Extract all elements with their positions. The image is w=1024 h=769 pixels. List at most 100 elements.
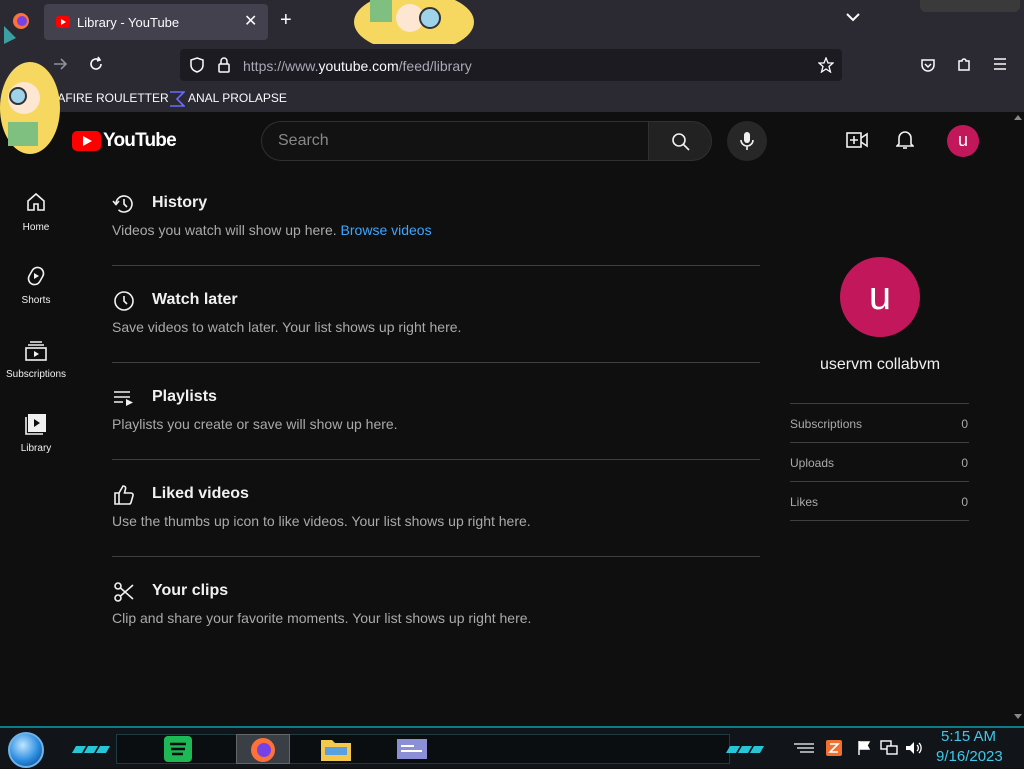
list-all-tabs-icon[interactable] [846, 12, 860, 22]
taskbar-spotify-button[interactable] [160, 734, 196, 764]
section-title[interactable]: Watch later [152, 291, 238, 309]
stat-row-uploads: Uploads 0 [790, 442, 969, 481]
action-center-flag-icon[interactable] [856, 740, 872, 756]
divider [112, 265, 760, 266]
account-avatar-button[interactable]: u [947, 125, 979, 157]
spotify-icon [164, 736, 192, 762]
search-button[interactable] [648, 121, 712, 161]
playlists-icon [114, 391, 133, 406]
profile-avatar: u [840, 257, 920, 337]
shield-icon[interactable] [190, 57, 204, 73]
section-description: Videos you watch will show up here. Brow… [112, 222, 432, 238]
extensions-icon[interactable] [956, 56, 972, 72]
section-description: Save videos to watch later. Your list sh… [112, 319, 462, 335]
section-title[interactable]: Your clips [152, 582, 228, 600]
taskbar [0, 726, 1024, 768]
decoration [725, 740, 766, 753]
scissors-icon [114, 582, 134, 602]
stat-row-likes: Likes 0 [790, 481, 969, 521]
stat-value: 0 [961, 456, 968, 470]
stat-label: Uploads [790, 456, 835, 470]
section-liked-videos: Liked videos Use the thumbs up icon to l… [112, 483, 760, 580]
start-button[interactable] [8, 732, 44, 768]
bookmark-item[interactable]: IAFIRE ROULETTER [54, 91, 169, 105]
browse-videos-link[interactable]: Browse videos [341, 222, 432, 238]
window-app-icon [397, 739, 427, 759]
rail-item-subscriptions[interactable]: Subscriptions [0, 339, 72, 413]
section-title[interactable]: Liked videos [152, 485, 249, 503]
section-title[interactable]: Playlists [152, 388, 217, 406]
tab-title: Library - YouTube [77, 15, 180, 30]
stat-value: 0 [961, 495, 968, 509]
reload-icon[interactable] [88, 56, 104, 72]
youtube-logo-icon [72, 131, 101, 151]
taskbar-file-explorer-button[interactable] [318, 734, 354, 764]
url-bar[interactable]: https://www.youtube.com/feed/library [180, 49, 842, 81]
search-icon [672, 133, 690, 151]
bookmark-item[interactable]: ANAL PROLAPSE [188, 91, 287, 105]
divider [112, 362, 760, 363]
rail-label-home: Home [22, 222, 50, 233]
scroll-up-arrow-icon[interactable] [1014, 114, 1022, 120]
rail-label-library: Library [20, 443, 52, 454]
section-your-clips: Your clips Clip and share your favorite … [112, 580, 760, 677]
youtube-header: YouTube Search u [0, 112, 1012, 170]
window-frame-decoration [920, 0, 1020, 12]
clock-date[interactable]: 9/16/2023 [936, 748, 1003, 765]
search-placeholder: Search [278, 132, 329, 149]
taskbar-app-button[interactable] [394, 734, 430, 764]
notifications-bell-icon[interactable] [896, 130, 914, 150]
stat-value: 0 [961, 417, 968, 431]
rail-item-shorts[interactable]: Shorts [0, 265, 72, 339]
browser-nav-bar: https://www.youtube.com/feed/library [0, 44, 1024, 86]
section-title[interactable]: History [152, 194, 207, 212]
rail-item-library[interactable]: Library [0, 413, 72, 487]
bookmark-favicon-icon [170, 91, 185, 107]
library-icon [25, 414, 46, 435]
tray-app-icon[interactable] [826, 740, 842, 756]
browser-tab-bar: Library - YouTube ✕ + [0, 0, 1024, 52]
clock-time[interactable]: 5:15 AM [941, 728, 996, 745]
firefox-icon [251, 738, 275, 762]
url-text[interactable]: https://www.youtube.com/feed/library [243, 58, 472, 74]
section-description: Use the thumbs up icon to like videos. Y… [112, 513, 531, 529]
taskbar-firefox-button[interactable] [236, 734, 290, 764]
subscriptions-icon [25, 341, 47, 361]
divider [112, 556, 760, 557]
tab-library-youtube[interactable]: Library - YouTube ✕ [44, 4, 268, 40]
divider [112, 459, 760, 460]
watch-later-clock-icon [114, 291, 134, 311]
scroll-down-arrow-icon[interactable] [1014, 714, 1022, 720]
rail-label-shorts: Shorts [21, 295, 51, 306]
tab-close-icon[interactable]: ✕ [244, 11, 257, 31]
page-scrollbar[interactable] [1012, 112, 1024, 726]
thumbs-up-icon [114, 485, 134, 505]
section-playlists: Playlists Playlists you create or save w… [112, 386, 760, 483]
pocket-icon[interactable] [920, 57, 936, 73]
new-tab-button[interactable]: + [280, 10, 292, 30]
cartoon-sticker-image [0, 26, 60, 154]
stat-row-subscriptions: Subscriptions 0 [790, 403, 969, 442]
menu-hamburger-icon[interactable] [992, 57, 1008, 71]
youtube-logo-text: YouTube [103, 130, 177, 151]
section-watch-later: Watch later Save videos to watch later. … [112, 289, 760, 386]
network-icon[interactable] [880, 740, 898, 756]
stat-label: Subscriptions [790, 417, 863, 431]
lock-icon[interactable] [218, 57, 230, 73]
volume-icon[interactable] [905, 740, 923, 756]
rail-item-home[interactable]: Home [0, 192, 72, 266]
shorts-icon [27, 266, 45, 286]
home-icon [27, 192, 45, 211]
bookmarks-bar: IAFIRE ROULETTER ANAL PROLAPSE [0, 86, 1024, 112]
search-input[interactable]: Search [261, 121, 649, 161]
show-hidden-icons-icon[interactable] [792, 740, 816, 756]
bookmark-star-icon[interactable] [818, 57, 834, 73]
section-description: Playlists you create or save will show u… [112, 416, 398, 432]
history-icon [112, 195, 133, 213]
stat-label: Likes [790, 495, 819, 509]
rail-label-subscriptions: Subscriptions [5, 369, 67, 380]
create-video-icon[interactable] [846, 131, 868, 149]
voice-search-button[interactable] [727, 121, 767, 161]
microphone-icon [740, 132, 754, 150]
folder-icon [321, 740, 351, 761]
